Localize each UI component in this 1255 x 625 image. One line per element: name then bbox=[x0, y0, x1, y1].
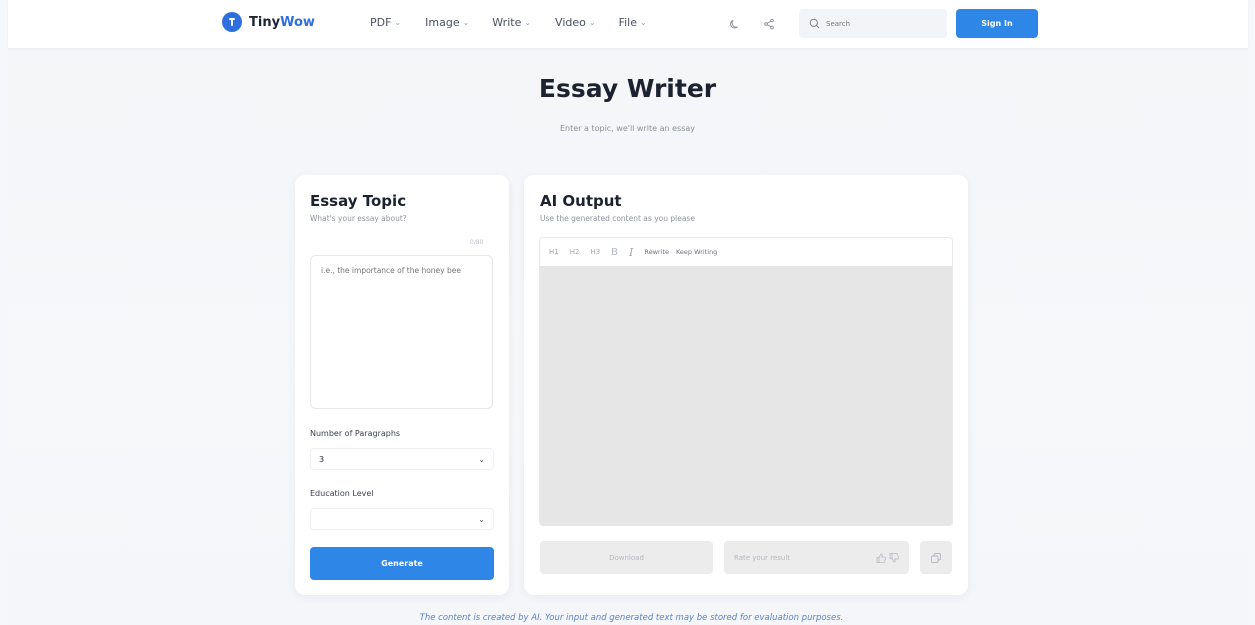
bold-button[interactable]: B bbox=[611, 247, 618, 258]
ai-output-heading: AI Output bbox=[540, 192, 622, 210]
search-input[interactable] bbox=[826, 19, 926, 28]
education-select[interactable]: ⌄ bbox=[310, 508, 494, 530]
thumbs-up-icon[interactable] bbox=[876, 553, 886, 563]
essay-topic-input[interactable] bbox=[310, 255, 493, 409]
chevron-down-icon: ⌄ bbox=[478, 454, 485, 464]
ai-output-subheading: Use the generated content as you please bbox=[540, 214, 695, 223]
rate-result-label: Rate your result bbox=[734, 553, 791, 562]
output-editor: H1 H2 H3 B I Rewrite Keep Writing bbox=[539, 237, 953, 526]
essay-topic-heading: Essay Topic bbox=[310, 192, 407, 210]
output-content-area[interactable] bbox=[540, 266, 952, 525]
nav-file[interactable]: File ⌄ bbox=[619, 16, 647, 29]
chevron-down-icon: ⌄ bbox=[640, 18, 647, 27]
paragraphs-select[interactable]: 3 ⌄ bbox=[310, 448, 494, 470]
nav-label: Image bbox=[425, 16, 460, 29]
nav-label: File bbox=[618, 16, 637, 29]
page-title: Essay Writer bbox=[538, 74, 717, 103]
heading2-button[interactable]: H2 bbox=[570, 248, 580, 256]
ai-disclaimer: The content is created by AI. Your input… bbox=[419, 613, 844, 623]
heading1-button[interactable]: H1 bbox=[549, 248, 559, 256]
nav-label: Write bbox=[492, 16, 522, 29]
chevron-down-icon: ⌄ bbox=[588, 18, 596, 27]
editor-toolbar: H1 H2 H3 B I Rewrite Keep Writing bbox=[540, 238, 952, 266]
nav-write[interactable]: Write ⌄ bbox=[492, 16, 531, 29]
chevron-down-icon: ⌄ bbox=[478, 514, 485, 524]
chevron-down-icon: ⌄ bbox=[394, 18, 402, 27]
nav-image[interactable]: Image ⌄ bbox=[425, 16, 469, 29]
copy-button[interactable] bbox=[920, 541, 952, 574]
share-icon[interactable] bbox=[759, 14, 779, 34]
italic-button[interactable]: I bbox=[629, 246, 633, 259]
rate-result-bar: Rate your result bbox=[724, 541, 909, 574]
char-counter: 0/80 bbox=[470, 239, 484, 246]
thumbs-down-icon[interactable] bbox=[889, 552, 899, 563]
search-box[interactable] bbox=[799, 9, 947, 38]
heading3-button[interactable]: H3 bbox=[590, 248, 600, 256]
main-nav: PDF ⌄ Image ⌄ Write ⌄ Video ⌄ File ⌄ bbox=[370, 16, 647, 29]
sign-in-button[interactable]: Sign In bbox=[956, 9, 1038, 38]
nav-video[interactable]: Video ⌄ bbox=[555, 16, 596, 29]
rating-buttons bbox=[876, 552, 899, 563]
dark-mode-icon[interactable] bbox=[725, 14, 745, 34]
logo-icon bbox=[222, 12, 242, 32]
page-subtitle: Enter a topic, we'll write an essay bbox=[560, 124, 695, 133]
paragraphs-value: 3 bbox=[319, 454, 325, 464]
chevron-down-icon: ⌄ bbox=[524, 18, 532, 27]
search-icon bbox=[809, 18, 820, 29]
paragraphs-label: Number of Paragraphs bbox=[310, 429, 401, 438]
nav-label: PDF bbox=[370, 16, 392, 29]
brand-name: TinyWow bbox=[249, 14, 315, 30]
nav-pdf[interactable]: PDF ⌄ bbox=[370, 16, 401, 29]
nav-label: Video bbox=[555, 16, 586, 29]
download-button[interactable]: Download bbox=[540, 541, 713, 574]
keep-writing-button[interactable]: Keep Writing bbox=[676, 248, 717, 256]
chevron-down-icon: ⌄ bbox=[462, 18, 470, 27]
copy-icon bbox=[931, 552, 941, 563]
site-logo[interactable]: TinyWow bbox=[222, 12, 315, 32]
education-label: Education Level bbox=[310, 489, 374, 498]
generate-button[interactable]: Generate bbox=[310, 547, 494, 580]
rewrite-button[interactable]: Rewrite bbox=[644, 248, 669, 256]
essay-topic-subheading: What's your essay about? bbox=[310, 214, 407, 223]
